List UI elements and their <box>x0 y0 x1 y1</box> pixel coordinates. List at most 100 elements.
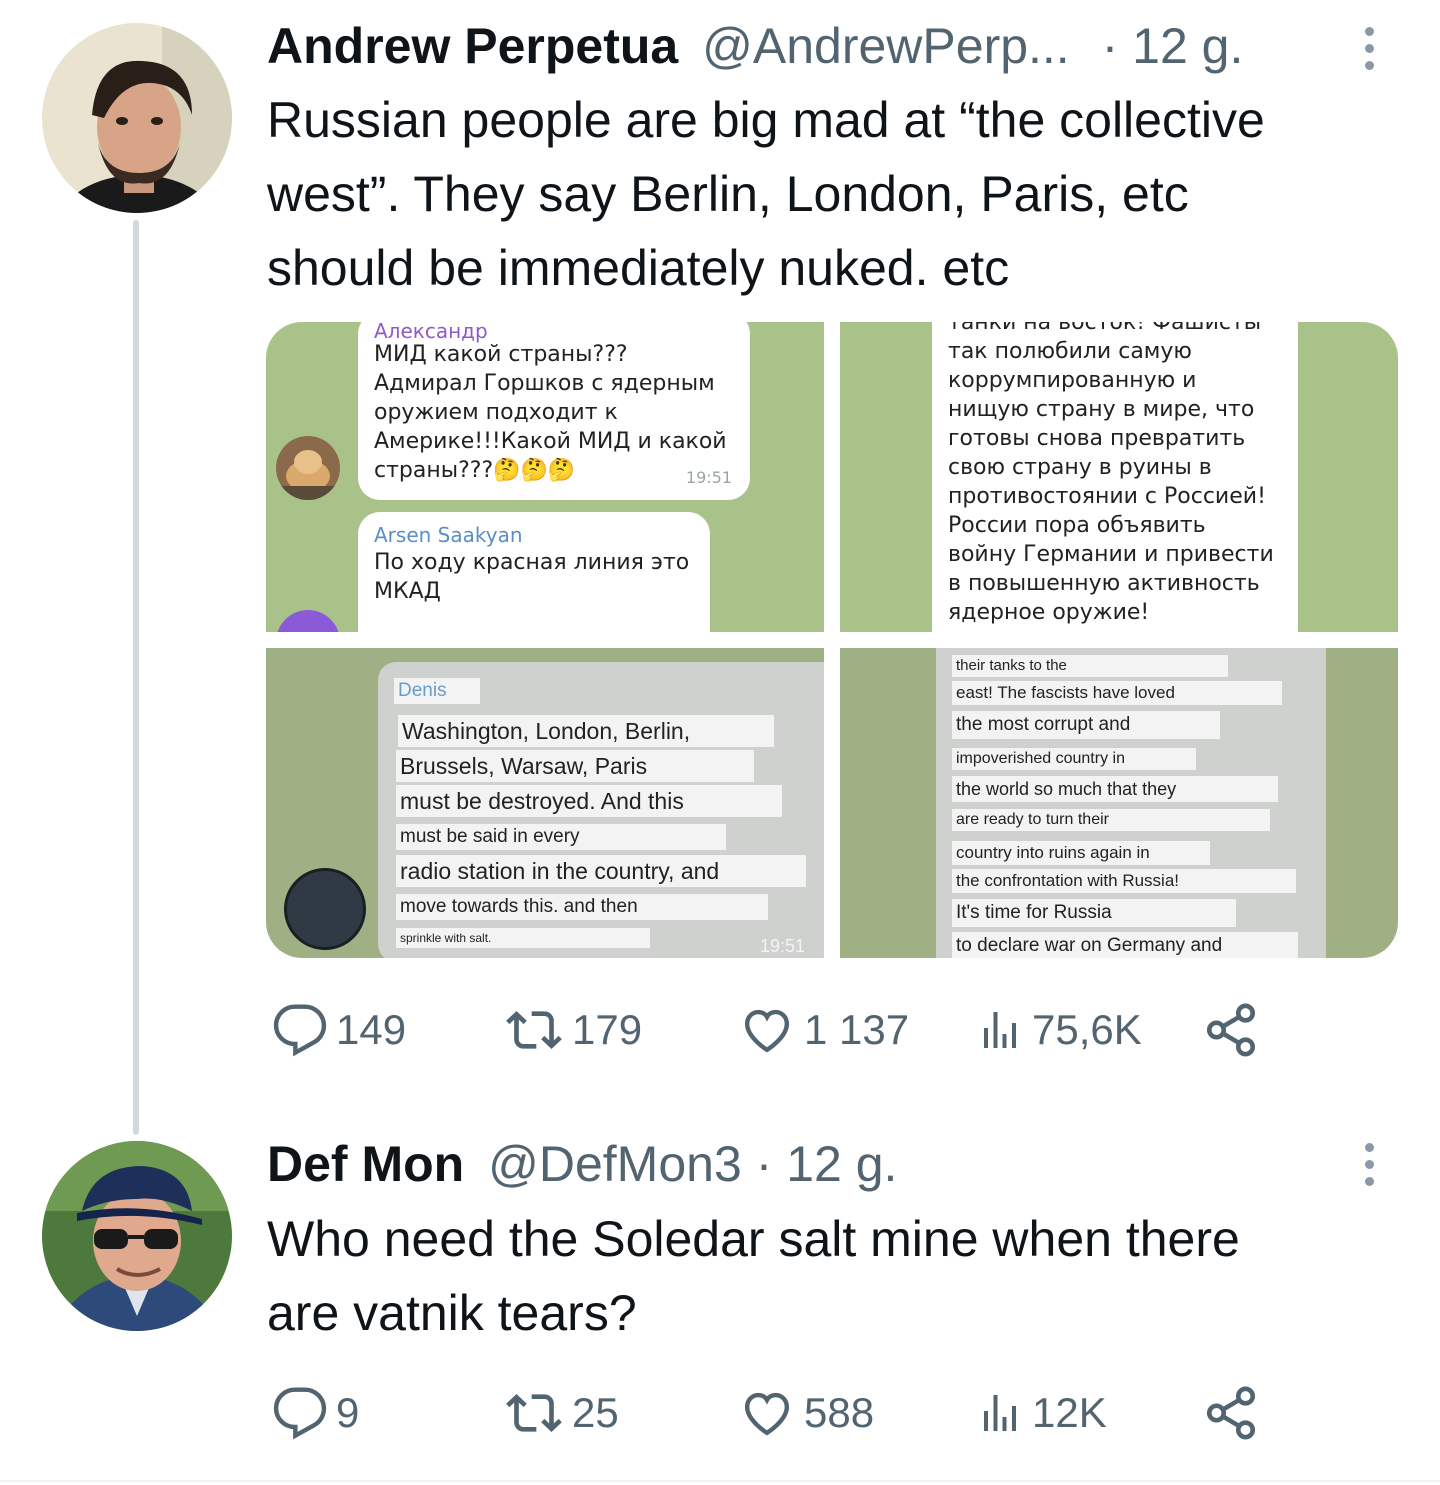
more-icon[interactable] <box>1365 1143 1375 1194</box>
thread-connector-line <box>133 220 139 1135</box>
share-button[interactable] <box>1202 1383 1260 1443</box>
author-handle[interactable]: @DefMon3 <box>488 1136 742 1192</box>
chat-message-line: Washington, London, Berlin, <box>398 715 774 747</box>
share-icon <box>1206 1386 1256 1440</box>
like-button[interactable]: 588 <box>738 1383 874 1443</box>
chat-message-line: страны???🤔🤔🤔 <box>374 458 576 483</box>
chat-message-line: their tanks to the <box>952 655 1228 677</box>
chat-message-line: войну Германии и привести <box>948 542 1274 567</box>
avatar-image <box>42 1141 232 1331</box>
views-icon <box>984 1395 1016 1431</box>
author-handle[interactable]: @AndrewPerp... <box>702 18 1070 74</box>
tweet-text-line: are vatnik tears? <box>267 1285 637 1341</box>
like-button[interactable]: 1 137 <box>738 1000 909 1060</box>
chat-message-line: коррумпированную и <box>948 368 1197 393</box>
views-count: 75,6K <box>1032 1006 1142 1053</box>
separator-dot: · <box>1101 18 1119 74</box>
chat-sender-name: Arsen Saakyan <box>374 523 523 547</box>
retweet-count: 179 <box>572 1006 643 1053</box>
tweet-time[interactable]: 12 g. <box>786 1136 897 1192</box>
chat-message-line: свою страну в руины в <box>948 455 1212 480</box>
media-image-1[interactable]: Александр МИД какой страны??? Адмирал Го… <box>266 322 824 632</box>
avatar-image <box>42 23 232 213</box>
media-image-2[interactable]: танки на восток! Фашисты так полюбили са… <box>840 322 1398 632</box>
chat-message-line: the most corrupt and <box>952 711 1220 739</box>
share-button[interactable] <box>1202 1000 1260 1060</box>
like-icon <box>744 1392 790 1436</box>
tweet-time[interactable]: 12 g. <box>1132 18 1243 74</box>
chat-message-line: Brussels, Warsaw, Paris <box>396 750 754 782</box>
chat-timestamp: 19:51 <box>760 936 806 956</box>
chat-message-line: the world so much that they <box>952 776 1278 802</box>
avatar-def-mon[interactable] <box>42 1141 232 1331</box>
media-image-4[interactable]: their tanks to the east! The fascists ha… <box>840 648 1398 958</box>
chat-message-line: так полюбили самую <box>948 339 1192 364</box>
chat-message-line: impoverished country in <box>952 748 1196 770</box>
chat-message-line: нищую страну в мире, что <box>948 397 1255 422</box>
reply-icon <box>273 1004 327 1057</box>
tweet-text-line: should be immediately nuked. etc <box>267 240 1010 296</box>
chat-message-line: must be said in every <box>396 824 726 850</box>
author-name[interactable]: Def Mon <box>267 1136 464 1192</box>
chat-message-line: По ходу красная линия это <box>374 550 690 575</box>
tweet-text-line: Who need the Soledar salt mine when ther… <box>267 1211 1240 1267</box>
chat-message-line: Америке!!!Какой МИД и какой <box>374 429 727 454</box>
tweet1-header: Andrew Perpetua @AndrewPerp... · 12 g. <box>267 16 1243 76</box>
chat-message-line: в повышенную активность <box>948 571 1260 596</box>
views-count: 12K <box>1032 1389 1107 1436</box>
like-icon <box>744 1009 790 1053</box>
chat-message-line: country into ruins again in <box>952 841 1210 865</box>
chat-message-line: sprinkle with salt. <box>396 928 650 948</box>
chat-sender-name: Denis <box>394 678 480 704</box>
retweet-icon <box>506 1011 562 1049</box>
chat-message-line: оружием подходит к <box>374 400 618 425</box>
chat-bubble: Александр МИД какой страны??? Адмирал Го… <box>358 322 750 500</box>
chat-timestamp: 19:51 <box>685 468 732 487</box>
like-count: 1 137 <box>804 1006 910 1053</box>
avatar-andrew-perpetua[interactable] <box>42 23 232 213</box>
chat-message-line: России пора объявить <box>948 513 1206 538</box>
chat-message-line: the confrontation with Russia! <box>952 869 1296 893</box>
tweet2-header: Def Mon @DefMon3 · 12 g. <box>267 1134 897 1194</box>
views-icon <box>984 1012 1016 1048</box>
chat-message-line: to declare war on Germany and <box>952 932 1298 958</box>
retweet-button[interactable]: 25 <box>504 1383 619 1443</box>
tweet-text-line: Russian people are big mad at “the colle… <box>267 92 1265 148</box>
views-button[interactable]: 75,6K <box>976 1000 1142 1060</box>
retweet-icon <box>506 1394 562 1432</box>
separator-dot: · <box>755 1136 773 1192</box>
chat-message-line: east! The fascists have loved <box>952 681 1282 705</box>
chat-message-line: танки на восток! Фашисты <box>948 322 1262 335</box>
retweet-count: 25 <box>572 1389 619 1436</box>
reply-count: 9 <box>336 1389 360 1436</box>
tweet2-action-bar: 9 25 588 12K <box>272 1383 1272 1443</box>
tweet-divider <box>0 1480 1440 1482</box>
chat-message-line: are ready to turn their <box>952 809 1270 831</box>
tweet-text-line: west”. They say Berlin, London, Paris, e… <box>267 166 1189 222</box>
chat-avatar-partial <box>276 610 340 632</box>
chat-message-line: готовы снова превратить <box>948 426 1246 451</box>
share-icon <box>1206 1003 1256 1057</box>
like-count: 588 <box>804 1389 875 1436</box>
author-name[interactable]: Andrew Perpetua <box>267 18 678 74</box>
views-button[interactable]: 12K <box>976 1383 1107 1443</box>
chat-bubble: танки на восток! Фашисты так полюбили са… <box>932 322 1298 632</box>
chat-message-line: must be destroyed. And this <box>396 785 782 817</box>
chat-message-line: МКАД <box>374 579 441 604</box>
chat-message-line: противостоянии с Россией! <box>948 484 1266 509</box>
reply-button[interactable]: 149 <box>272 1000 406 1060</box>
chat-sender-name: Александр <box>374 322 488 343</box>
chat-message-line: Адмирал Горшков с ядерным <box>374 371 715 396</box>
reply-button[interactable]: 9 <box>272 1383 359 1443</box>
more-icon[interactable] <box>1365 27 1375 78</box>
media-image-3[interactable]: Denis Washington, London, Berlin, Brusse… <box>266 648 824 958</box>
chat-message-line: ядерное оружие! <box>948 600 1150 625</box>
tweet2-text: Who need the Soledar salt mine when ther… <box>267 1202 1417 1350</box>
tweet1-text: Russian people are big mad at “the colle… <box>267 83 1417 305</box>
tweet1-media-grid: Александр МИД какой страны??? Адмирал Го… <box>266 322 1398 958</box>
chat-message-line: МИД какой страны??? <box>374 342 628 367</box>
reply-count: 149 <box>336 1006 407 1053</box>
chat-message-line: radio station in the country, and <box>396 855 806 887</box>
chat-avatar <box>284 868 366 950</box>
retweet-button[interactable]: 179 <box>504 1000 642 1060</box>
